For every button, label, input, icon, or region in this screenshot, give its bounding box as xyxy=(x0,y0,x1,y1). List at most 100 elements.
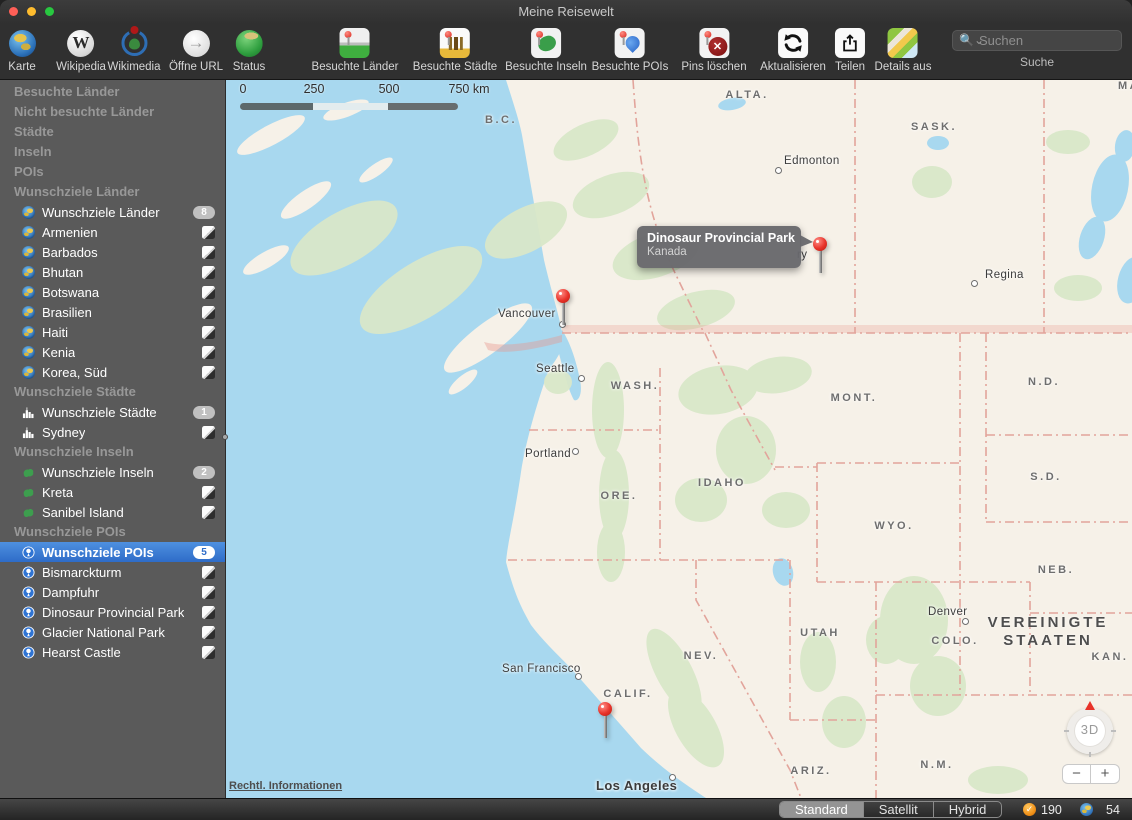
note-icon[interactable] xyxy=(202,366,215,379)
sidebar-resize-handle[interactable] xyxy=(222,434,228,440)
sidebar-group-pois[interactable]: POIs xyxy=(0,162,225,182)
sidebar-item-armenien[interactable]: Armenien xyxy=(0,222,225,242)
toolbar-karte-button[interactable]: Karte xyxy=(7,28,37,73)
note-icon[interactable] xyxy=(202,326,215,339)
poi-marker-icon xyxy=(22,546,35,559)
note-icon[interactable] xyxy=(202,226,215,239)
sidebar-item-barbados[interactable]: Barbados xyxy=(0,242,225,262)
toolbar-item-label: Teilen xyxy=(835,61,865,73)
region-label-bc: B.C. xyxy=(485,114,517,126)
segment-hybrid[interactable]: Hybrid xyxy=(934,802,1002,817)
sidebar-group-wunschziele-pois[interactable]: Wunschziele POIs xyxy=(0,522,225,542)
sidebar-group-wunschziele-laender[interactable]: Wunschziele Länder xyxy=(0,182,225,202)
zoom-controls: − + xyxy=(1062,764,1120,784)
sidebar-item-dampfuhr[interactable]: Dampfuhr xyxy=(0,582,225,602)
globe-icon xyxy=(22,226,35,239)
toolbar-oeffne-url-button[interactable]: → Öffne URL xyxy=(169,28,223,73)
sidebar-item-wunschziele-inseln[interactable]: Wunschziele Inseln 2 xyxy=(0,462,225,482)
country-label-vereinigte-staaten: VEREINIGTESTAATEN xyxy=(988,614,1109,650)
sidebar-group-wunschziele-inseln[interactable]: Wunschziele Inseln xyxy=(0,442,225,462)
city-dot-denver xyxy=(962,618,969,625)
sidebar-item-wunschziele-staedte[interactable]: Wunschziele Städte 1 xyxy=(0,402,225,422)
note-icon[interactable] xyxy=(202,246,215,259)
earth-globe-icon xyxy=(7,28,37,58)
city-label-vancouver: Vancouver xyxy=(498,308,556,320)
globe-icon xyxy=(22,346,35,359)
zoom-out-button[interactable]: − xyxy=(1062,764,1091,784)
arrow-circle-icon: → xyxy=(181,28,211,58)
share-icon xyxy=(835,28,865,58)
region-label-sd: S.D. xyxy=(1030,471,1061,483)
sidebar-item-kenia[interactable]: Kenia xyxy=(0,342,225,362)
sidebar-item-haiti[interactable]: Haiti xyxy=(0,322,225,342)
toolbar-aktualisieren-button[interactable]: Aktualisieren xyxy=(760,28,826,73)
sidebar-item-korea-sued[interactable]: Korea, Süd xyxy=(0,362,225,382)
map-pin-hearst-castle[interactable] xyxy=(598,702,612,742)
note-icon[interactable] xyxy=(202,646,215,659)
toolbar-teilen-button[interactable]: Teilen xyxy=(835,28,865,73)
statusbar: Standard Satellit Hybrid 190 54 xyxy=(0,798,1132,820)
map-canvas xyxy=(226,80,1132,798)
note-icon[interactable] xyxy=(202,586,215,599)
zoom-in-button[interactable]: + xyxy=(1091,764,1120,784)
sidebar-group-wunschziele-staedte[interactable]: Wunschziele Städte xyxy=(0,382,225,402)
toolbar-besuchte-laender-button[interactable]: Besuchte Länder xyxy=(312,28,399,73)
legal-info-link[interactable]: Rechtl. Informationen xyxy=(229,780,342,792)
sidebar-group-staedte[interactable]: Städte xyxy=(0,122,225,142)
sidebar-item-wunschziele-pois[interactable]: Wunschziele POIs 5 xyxy=(0,542,225,562)
sidebar-group-besuchte-laender[interactable]: Besuchte Länder xyxy=(0,82,225,102)
titlebar[interactable]: Meine Reisewelt xyxy=(0,0,1132,24)
note-icon[interactable] xyxy=(202,426,215,439)
count-badge: 2 xyxy=(193,466,215,479)
toolbar-besuchte-staedte-button[interactable]: Besuchte Städte xyxy=(413,28,497,73)
sidebar-item-kreta[interactable]: Kreta xyxy=(0,482,225,502)
note-icon[interactable] xyxy=(202,486,215,499)
pin-marker-icon xyxy=(615,28,645,58)
search-input[interactable] xyxy=(952,30,1122,51)
toolbar-item-label: Karte xyxy=(8,61,36,73)
sidebar-item-bismarckturm[interactable]: Bismarckturm xyxy=(0,562,225,582)
note-icon[interactable] xyxy=(202,306,215,319)
segment-satellit[interactable]: Satellit xyxy=(864,802,934,817)
wikipedia-icon: W xyxy=(66,28,96,58)
sidebar-group-nicht-besuchte-laender[interactable]: Nicht besuchte Länder xyxy=(0,102,225,122)
note-icon[interactable] xyxy=(202,346,215,359)
sidebar-item-dinosaur-provincial-park[interactable]: Dinosaur Provincial Park xyxy=(0,602,225,622)
city-dot-seattle xyxy=(578,375,585,382)
compass-3d-control[interactable]: 3D xyxy=(1067,708,1113,754)
map-pin-vancouver-area[interactable] xyxy=(556,289,570,329)
sidebar-group-inseln[interactable]: Inseln xyxy=(0,142,225,162)
note-icon[interactable] xyxy=(202,566,215,579)
green-globe-icon xyxy=(234,28,264,58)
sidebar-item-bhutan[interactable]: Bhutan xyxy=(0,262,225,282)
sidebar-item-brasilien[interactable]: Brasilien xyxy=(0,302,225,322)
note-icon[interactable] xyxy=(202,286,215,299)
sidebar-item-botswana[interactable]: Botswana xyxy=(0,282,225,302)
sidebar-item-hearst-castle[interactable]: Hearst Castle xyxy=(0,642,225,662)
note-icon[interactable] xyxy=(202,506,215,519)
toolbar-item-label: Öffne URL xyxy=(169,61,223,73)
map-view[interactable]: 0 250 500 750 km ALTA. SASK. MAN. B.C. W… xyxy=(226,80,1132,798)
toolbar-status-button[interactable]: Status xyxy=(233,28,266,73)
note-icon[interactable] xyxy=(202,266,215,279)
toolbar-details-aus-button[interactable]: Details aus xyxy=(875,28,932,73)
toolbar-wikipedia-button[interactable]: W Wikipedia xyxy=(56,28,106,73)
segment-standard[interactable]: Standard xyxy=(780,802,864,817)
city-skyline-icon xyxy=(22,426,35,439)
sidebar-item-sanibel-island[interactable]: Sanibel Island xyxy=(0,502,225,522)
toolbar-besuchte-inseln-button[interactable]: Besuchte Inseln xyxy=(505,28,587,73)
region-label-sask: SASK. xyxy=(911,121,957,133)
sidebar-item-wunschziele-laender[interactable]: Wunschziele Länder 8 xyxy=(0,202,225,222)
app-window: Meine Reisewelt Karte W Wikipedia Wikime… xyxy=(0,0,1132,820)
toolbar-pins-loeschen-button[interactable]: Pins löschen xyxy=(681,28,746,73)
toolbar-wikimedia-button[interactable]: Wikimedia xyxy=(107,28,160,73)
sidebar-item-sydney[interactable]: Sydney xyxy=(0,422,225,442)
toolbar-item-label: Wikipedia xyxy=(56,61,106,73)
sidebar-item-glacier-national-park[interactable]: Glacier National Park xyxy=(0,622,225,642)
count-badge: 5 xyxy=(193,546,215,559)
toolbar-besuchte-pois-button[interactable]: Besuchte POIs xyxy=(592,28,669,73)
map-details-icon xyxy=(888,28,918,58)
map-pin-dinosaur-provincial-park[interactable] xyxy=(813,237,827,277)
note-icon[interactable] xyxy=(202,606,215,619)
note-icon[interactable] xyxy=(202,626,215,639)
